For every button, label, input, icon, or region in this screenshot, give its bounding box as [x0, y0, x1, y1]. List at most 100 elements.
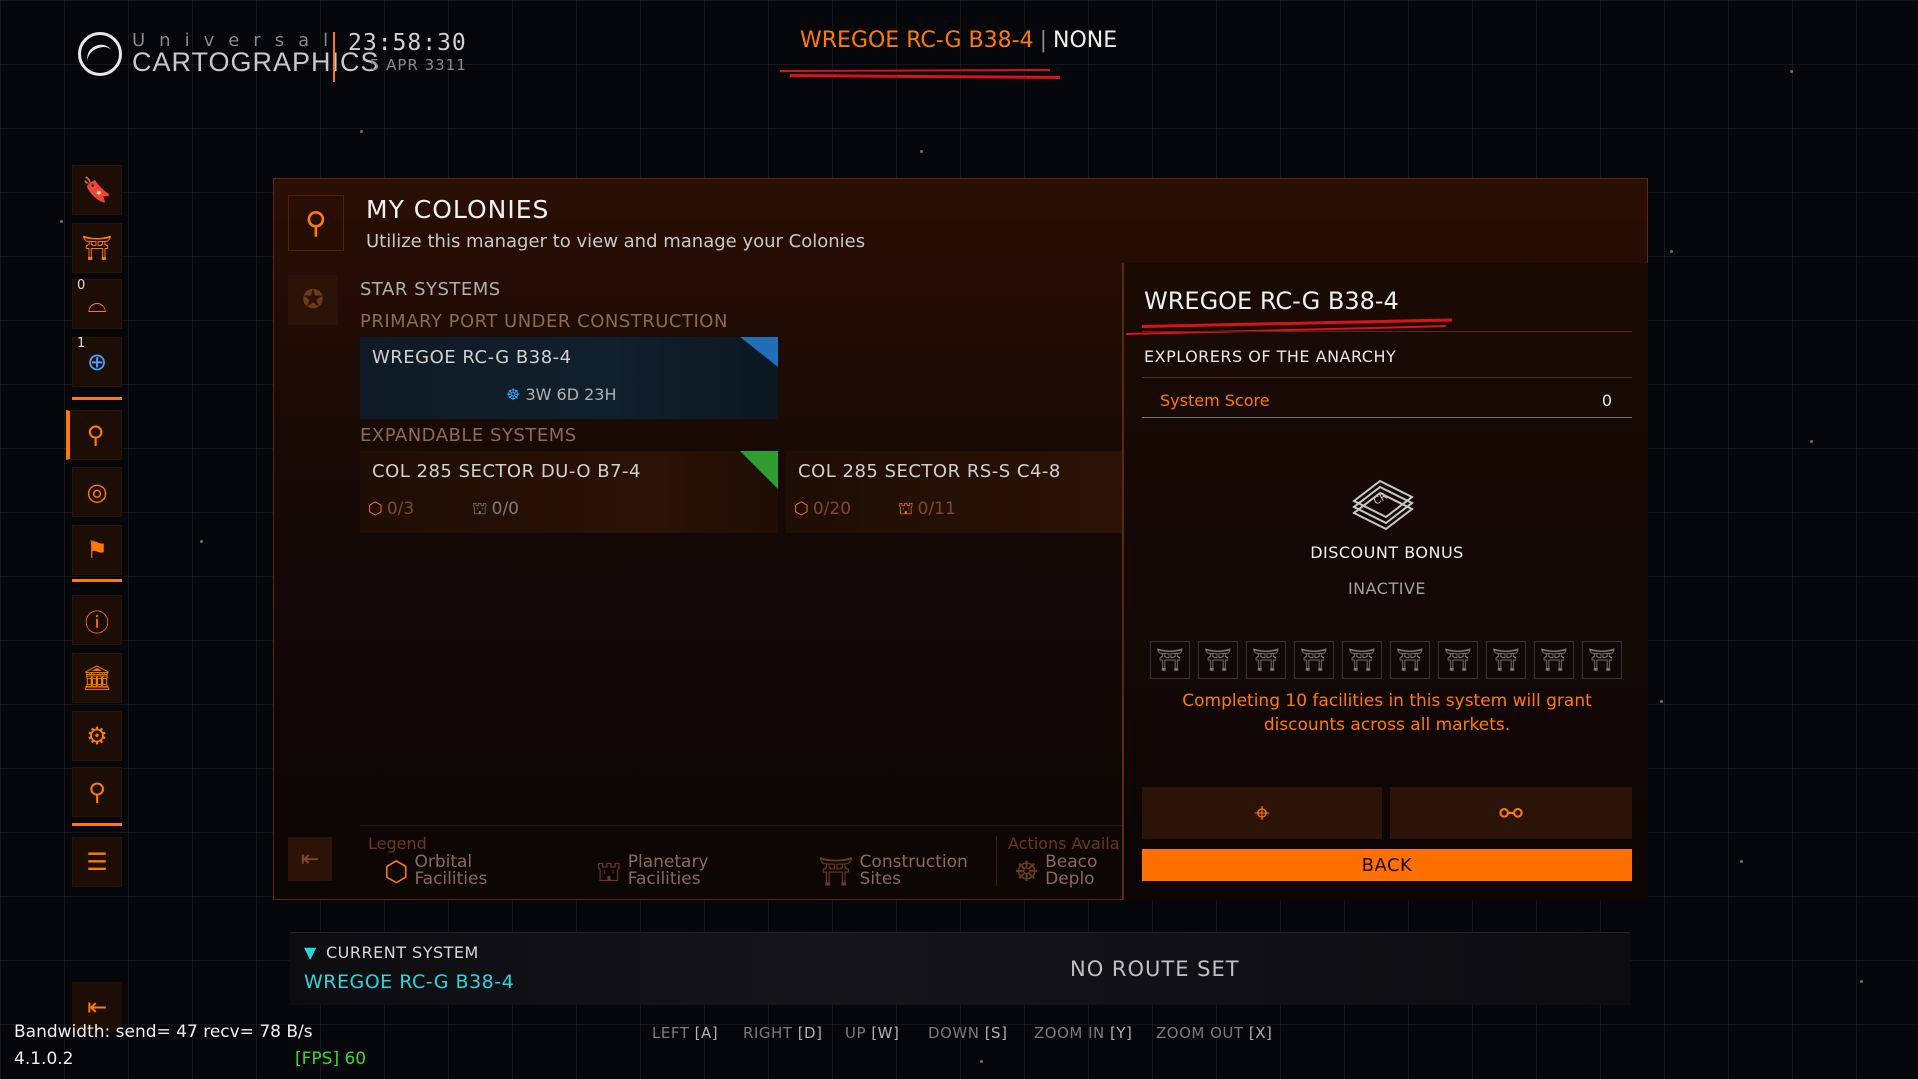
sidebar-separator-2 [72, 579, 122, 582]
sidebar-settings[interactable]: ⚙ [72, 711, 122, 761]
top-system-title: WREGOE RC-G B38-4 | NONE [800, 28, 1117, 53]
colony-pin-icon: ⚲ [288, 195, 344, 251]
route-nodes-icon: ⚲ [86, 421, 105, 449]
star-dot [200, 540, 203, 543]
logo-divider [333, 32, 335, 82]
star-dot [1740, 860, 1743, 863]
expandable-card-2-orbital: ⬡ 0/20 [794, 499, 851, 519]
bank-icon: 🏛 [81, 664, 113, 692]
colony-count: 0 [77, 278, 86, 293]
legend-planetary-line2: Facilities [627, 869, 701, 889]
legend-title: Legend [368, 834, 427, 853]
clock-date: 5 APR 3311 [369, 56, 467, 74]
route-icon: ⚯ [1499, 796, 1523, 830]
current-system-name[interactable]: WREGOE RC-G B38-4 [304, 971, 514, 993]
star-systems-label: STAR SYSTEMS [360, 279, 501, 300]
panel-exit-button[interactable]: ⇤ [288, 837, 332, 881]
orbital-icon: ⬡ [368, 499, 383, 519]
actions-title: Actions Availa [1008, 834, 1120, 853]
expandable-card-2[interactable]: COL 285 SECTOR RS-S C4-8 ⬡ 0/20 ⛫ 0/11 [786, 451, 1122, 533]
construction-icon: ⛩ [818, 854, 854, 888]
star-dot [1660, 700, 1663, 703]
facility-slot-icon: ⛩ [1342, 641, 1382, 679]
bandwidth-readout: Bandwidth: send= 47 recv= 78 B/s [14, 1022, 313, 1042]
sidebar-colonies[interactable]: 0 ⌓ [72, 278, 122, 329]
sidebar-separator [72, 397, 122, 400]
sidebar-separator-3 [72, 823, 122, 826]
top-separator: | [1039, 28, 1047, 53]
facility-slot-icon: ⛩ [1534, 641, 1574, 679]
expandable-card-1-orbital: ⬡ 0/3 [368, 499, 414, 519]
clock-time: 23:58:30 [348, 30, 467, 56]
sidebar-list[interactable]: ☰ [72, 837, 122, 887]
primary-card-timer: 3W 6D 23H [525, 385, 617, 404]
globe-icon: ⊕ [86, 348, 108, 376]
system-detail-panel: WREGOE RC-G B38-4 EXPLORERS OF THE ANARC… [1122, 263, 1648, 900]
gear-icon: ⚙ [86, 722, 108, 750]
discount-bonus-title: DISCOUNT BONUS [1310, 543, 1464, 562]
info-icon: ⓘ [85, 608, 109, 637]
logo-line-2: CARTOGRAPHICS [132, 47, 380, 77]
primary-port-label: PRIMARY PORT UNDER CONSTRUCTION [360, 311, 728, 332]
primary-card-timer-row: ☸ 3W 6D 23H [506, 385, 617, 404]
svg-text:CR: CR [1372, 491, 1390, 508]
sidebar-systems[interactable]: 1 ⊕ [72, 336, 122, 387]
star-dot [60, 220, 63, 223]
key-hint-left: LEFT [A] [652, 1024, 718, 1042]
sidebar-galaxy-filter[interactable]: ◎ [72, 467, 122, 517]
planetary-icon: ⛫ [472, 499, 488, 519]
construction-icon: ⛩ [81, 234, 113, 262]
discount-message: Completing 10 facilities in this system … [1144, 689, 1630, 737]
discount-bonus-status: INACTIVE [1347, 579, 1427, 598]
route-status: NO ROUTE SET [1070, 957, 1240, 981]
target-icon: ◎ [86, 478, 108, 506]
planetary-icon: ⛫ [596, 854, 622, 888]
facility-slot-icon: ⛩ [1438, 641, 1478, 679]
bookmark-icon: 🔖 [82, 176, 112, 204]
legend-orbital: ⬡ Orbital Facilities [384, 854, 487, 888]
sidebar-construction[interactable]: ⛩ [72, 223, 122, 273]
key-hint-down: DOWN [S] [928, 1024, 1007, 1042]
sidebar-location[interactable]: ⚲ [72, 767, 122, 817]
expandable-card-1-name: COL 285 SECTOR DU-O B7-4 [372, 461, 641, 482]
fps-readout: [FPS] 60 [295, 1049, 367, 1069]
sidebar-powerplay[interactable]: ⚑ [72, 525, 122, 575]
planetary-icon: ⛫ [898, 499, 914, 519]
planetary-count: 0/11 [917, 499, 956, 519]
legend-beacon-line2: Deplo [1045, 869, 1095, 889]
game-clock: 23:58:30 5 APR 3311 [348, 30, 467, 74]
expandable-card-1[interactable]: COL 285 SECTOR DU-O B7-4 ⬡ 0/3 ⛫ 0/0 [360, 451, 778, 533]
back-button[interactable]: BACK [1142, 849, 1632, 881]
focus-system-button[interactable]: ⌖ [1142, 787, 1382, 839]
legend-beacon: ☸ Beaco Deplo [1014, 854, 1097, 888]
sidebar-info[interactable]: ⓘ [72, 595, 122, 645]
crosshair-icon: ⌖ [1254, 796, 1270, 829]
star-dot [1810, 440, 1813, 443]
sidebar-colony-manager[interactable]: ⚲ [66, 410, 122, 460]
star-dot [1670, 250, 1673, 253]
detail-divider-1 [1142, 331, 1632, 332]
sidebar-bookmarks[interactable]: 🔖 [72, 165, 122, 215]
top-current-system: WREGOE RC-G B38-4 [800, 28, 1034, 53]
sidebar-government[interactable]: 🏛 [72, 653, 122, 703]
primary-port-card[interactable]: WREGOE RC-G B38-4 ☸ 3W 6D 23H [360, 337, 778, 419]
detail-system-name: WREGOE RC-G B38-4 [1144, 287, 1399, 315]
facility-slot-icon: ⛩ [1198, 641, 1238, 679]
key-binding: [X] [1248, 1024, 1273, 1042]
key-label: ZOOM IN [1034, 1024, 1105, 1042]
pin-icon: ⚲ [88, 778, 106, 806]
flag-icon: ⚑ [86, 536, 108, 564]
key-label: UP [845, 1024, 867, 1042]
key-label: DOWN [928, 1024, 980, 1042]
star-dot [360, 130, 363, 133]
system-score-value: 0 [1601, 391, 1612, 410]
plot-route-button[interactable]: ⚯ [1390, 787, 1632, 839]
star-dot [920, 150, 923, 153]
key-binding: [D] [797, 1024, 823, 1042]
list-icon: ☰ [86, 848, 108, 876]
key-label: ZOOM OUT [1156, 1024, 1244, 1042]
expandable-systems-label: EXPANDABLE SYSTEMS [360, 425, 577, 446]
facility-slot-icon: ⛩ [1486, 641, 1526, 679]
expandable-card-1-planetary: ⛫ 0/0 [472, 499, 519, 521]
facility-slot-icon: ⛩ [1246, 641, 1286, 679]
